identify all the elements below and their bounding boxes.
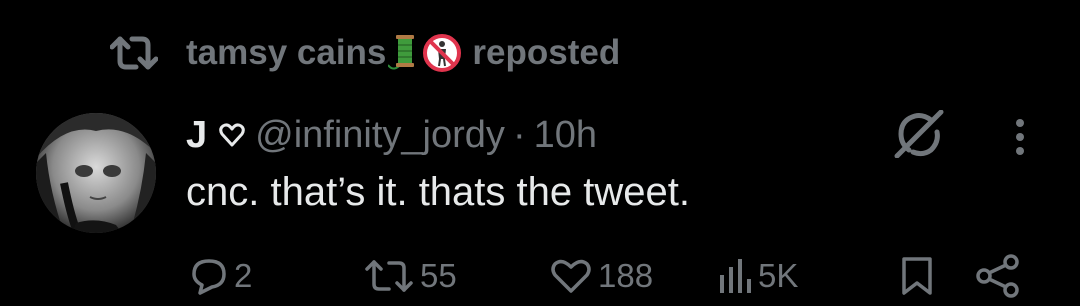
thread-spool-emoji (388, 33, 418, 73)
reply-icon (190, 257, 234, 295)
bookmark-button[interactable] (900, 254, 940, 298)
reposted-suffix: reposted (472, 33, 621, 72)
views-button[interactable]: 5K (718, 254, 798, 298)
repost-icon (364, 256, 420, 296)
like-count: 188 (598, 257, 654, 294)
heart-outline-icon (219, 122, 245, 148)
view-count: 5K (758, 257, 799, 294)
reply-count: 2 (234, 257, 253, 294)
more-options-icon[interactable] (1008, 117, 1032, 157)
reply-button[interactable]: 2 (190, 254, 252, 298)
like-button[interactable]: 188 (550, 254, 653, 298)
post-time[interactable]: 10h (534, 114, 597, 157)
grok-icon[interactable] (893, 110, 945, 158)
share-icon (975, 254, 1027, 298)
no-littering-emoji (422, 33, 462, 73)
tweet-header: J @infinity_jordy · 10h (186, 112, 597, 158)
repost-icon (110, 31, 158, 75)
separator-dot: · (512, 113, 526, 156)
bookmark-icon (900, 255, 940, 297)
bar-chart-icon (718, 257, 758, 295)
avatar[interactable] (36, 113, 156, 233)
tweet-text: cnc. that’s it. thats the tweet. (186, 170, 690, 214)
repost-label: tamsy cains reposted (186, 33, 620, 73)
repost-context[interactable]: tamsy cains reposted (110, 28, 620, 78)
display-name[interactable]: J (186, 114, 207, 157)
reposter-name[interactable]: tamsy cains (186, 33, 386, 73)
repost-count: 55 (420, 257, 457, 294)
heart-icon (550, 257, 598, 295)
share-button[interactable] (975, 254, 1027, 298)
repost-button[interactable]: 55 (364, 254, 457, 298)
user-handle[interactable]: @infinity_jordy (255, 114, 505, 157)
